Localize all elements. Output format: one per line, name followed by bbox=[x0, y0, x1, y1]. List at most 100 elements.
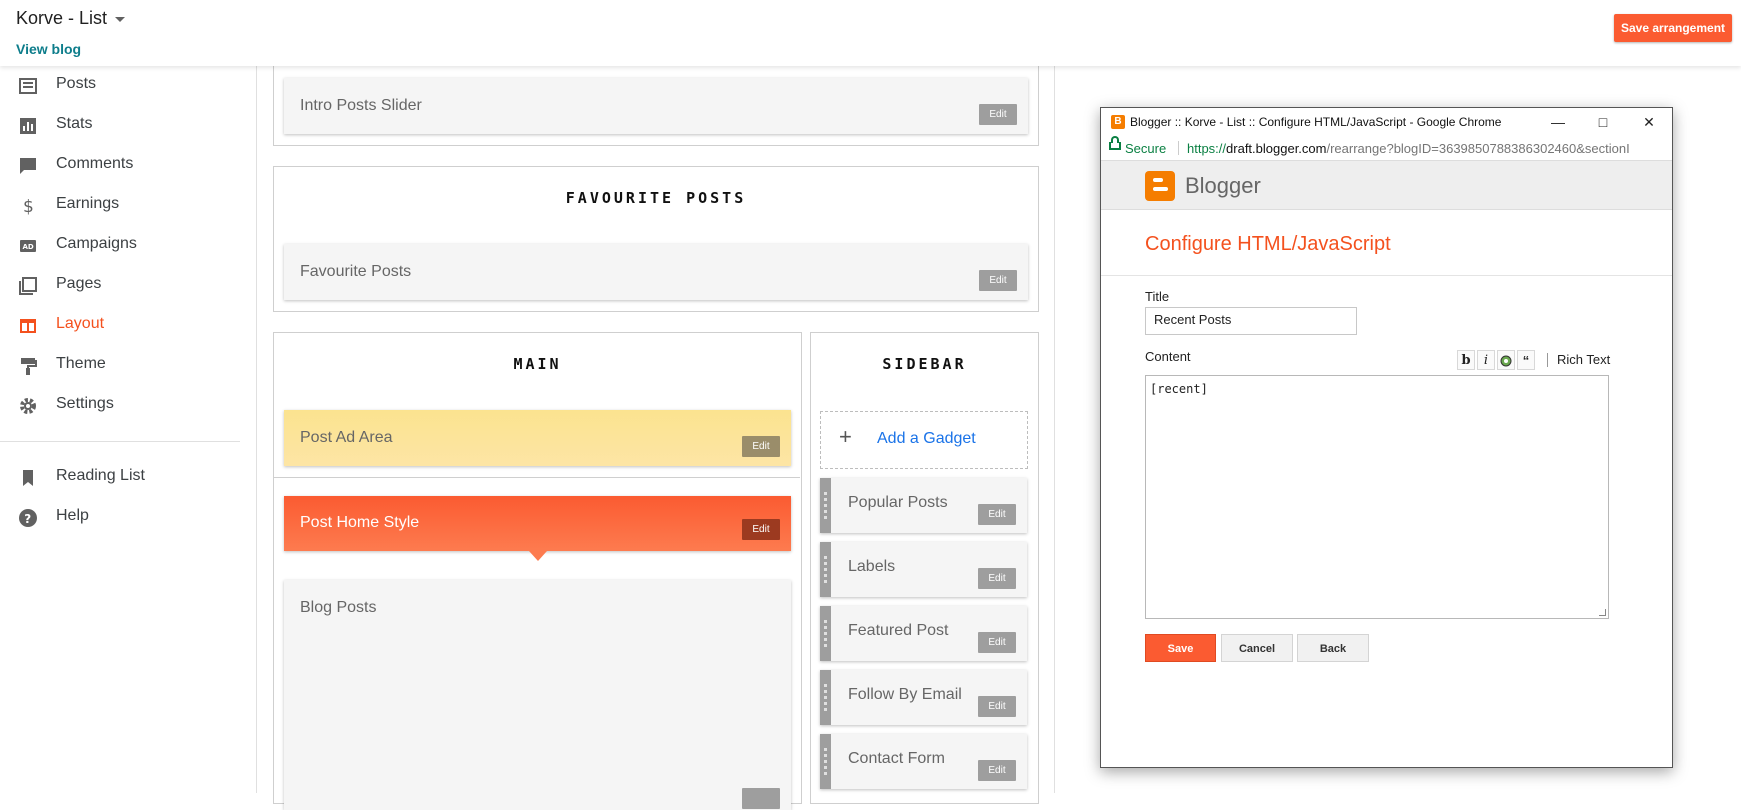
drag-handle[interactable] bbox=[820, 478, 831, 533]
link-button[interactable] bbox=[1497, 350, 1515, 370]
edit-button[interactable] bbox=[742, 788, 780, 809]
nav-label: Theme bbox=[56, 355, 106, 372]
configure-popup-window: B Blogger :: Korve - List :: Configure H… bbox=[1100, 107, 1673, 768]
nav-item-campaigns[interactable]: AD Campaigns bbox=[0, 226, 256, 266]
nav-item-posts[interactable]: Posts bbox=[0, 66, 256, 106]
gadget-label: Favourite Posts bbox=[300, 263, 412, 280]
bold-button[interactable]: b bbox=[1457, 350, 1475, 370]
divider bbox=[273, 477, 800, 478]
content-value: [recent] bbox=[1150, 382, 1208, 396]
view-blog-link[interactable]: View blog bbox=[16, 41, 81, 57]
gadget-blog-posts[interactable]: Blog Posts bbox=[284, 580, 791, 810]
nav-label: Earnings bbox=[56, 195, 120, 212]
drag-handle[interactable] bbox=[820, 606, 831, 661]
divider bbox=[1547, 353, 1548, 367]
gadget-label: Featured Post bbox=[848, 622, 949, 639]
edit-button[interactable]: Edit bbox=[978, 568, 1016, 589]
gadget-contact-form[interactable]: Contact Form Edit bbox=[820, 734, 1027, 789]
edit-button[interactable]: Edit bbox=[978, 696, 1016, 717]
nav-item-help[interactable]: ? Help bbox=[0, 498, 256, 538]
gadget-favourite-posts[interactable]: Favourite Posts Edit bbox=[284, 244, 1028, 300]
edit-button[interactable]: Edit bbox=[979, 270, 1017, 291]
edit-button[interactable]: Edit bbox=[978, 760, 1016, 781]
save-button[interactable]: Save bbox=[1145, 634, 1216, 662]
gear-icon bbox=[20, 398, 36, 414]
caret-down-icon bbox=[115, 16, 126, 22]
close-icon[interactable]: ✕ bbox=[1639, 112, 1659, 132]
blog-title: Korve - List bbox=[16, 8, 108, 28]
ad-icon: AD bbox=[20, 240, 36, 252]
stats-icon bbox=[20, 118, 36, 134]
content-label: Content bbox=[1145, 349, 1191, 364]
add-gadget-label: Add a Gadget bbox=[877, 430, 976, 447]
url-text[interactable]: https://draft.blogger.com/rearrange?blog… bbox=[1187, 141, 1630, 156]
nav-label: Pages bbox=[56, 275, 102, 292]
drag-handle[interactable] bbox=[820, 670, 831, 725]
quote-button[interactable]: “ bbox=[1517, 350, 1535, 370]
gadget-labels[interactable]: Labels Edit bbox=[820, 542, 1027, 597]
gadget-label: Intro Posts Slider bbox=[300, 97, 422, 114]
address-bar[interactable]: Secure https://draft.blogger.com/rearran… bbox=[1101, 136, 1672, 161]
add-gadget-button[interactable]: + Add a Gadget bbox=[820, 411, 1028, 469]
popup-content: Blogger Configure HTML/JavaScript Title … bbox=[1101, 161, 1672, 767]
edit-button[interactable]: Edit bbox=[978, 504, 1016, 525]
window-titlebar[interactable]: B Blogger :: Korve - List :: Configure H… bbox=[1101, 108, 1672, 136]
title-input[interactable]: Recent Posts bbox=[1145, 307, 1357, 335]
save-arrangement-button[interactable]: Save arrangement bbox=[1614, 14, 1732, 42]
nav-label: Layout bbox=[56, 315, 105, 332]
page-title: Configure HTML/JavaScript bbox=[1145, 233, 1391, 255]
svg-text:?: ? bbox=[24, 512, 31, 526]
content-textarea[interactable]: [recent] bbox=[1145, 375, 1609, 619]
cancel-button[interactable]: Cancel bbox=[1221, 634, 1293, 662]
blogger-logo-icon bbox=[1145, 171, 1175, 201]
gadget-label: Post Home Style bbox=[300, 514, 420, 531]
sidebar-nav: Posts Stats Comments $ Earnings AD Campa… bbox=[0, 66, 256, 793]
nav-item-stats[interactable]: Stats bbox=[0, 106, 256, 146]
nav-item-theme[interactable]: Theme bbox=[0, 346, 256, 386]
nav-label: Posts bbox=[56, 75, 97, 92]
nav-label: Reading List bbox=[56, 467, 145, 484]
edit-button[interactable]: Edit bbox=[979, 104, 1017, 125]
svg-text:AD: AD bbox=[23, 243, 34, 251]
gadget-intro-posts-slider[interactable]: Intro Posts Slider Edit bbox=[284, 78, 1028, 134]
nav-item-pages[interactable]: Pages bbox=[0, 266, 256, 306]
brand-name: Blogger bbox=[1185, 173, 1261, 198]
blogger-header: Blogger bbox=[1101, 161, 1672, 210]
blog-selector[interactable]: Korve - List bbox=[16, 8, 126, 29]
italic-button[interactable]: i bbox=[1477, 350, 1495, 370]
edit-button[interactable]: Edit bbox=[978, 632, 1016, 653]
gadget-label: Labels bbox=[848, 558, 896, 575]
active-pointer bbox=[529, 551, 547, 561]
gadget-label: Follow By Email bbox=[848, 686, 962, 703]
edit-button[interactable]: Edit bbox=[742, 436, 780, 457]
back-button[interactable]: Back bbox=[1297, 634, 1369, 662]
section-heading: FAVOURITE POSTS bbox=[565, 189, 747, 207]
drag-handle[interactable] bbox=[820, 542, 831, 597]
maximize-icon[interactable]: □ bbox=[1593, 112, 1613, 132]
rich-text-link[interactable]: Rich Text bbox=[1557, 352, 1610, 367]
gadget-featured-post[interactable]: Featured Post Edit bbox=[820, 606, 1027, 661]
nav-item-settings[interactable]: Settings bbox=[0, 386, 256, 426]
nav-label: Help bbox=[56, 507, 89, 524]
nav-item-earnings[interactable]: $ Earnings bbox=[0, 186, 256, 226]
url-path: /rearrange?blogID=3639850788386302460&se… bbox=[1326, 141, 1630, 156]
nav-item-layout[interactable]: Layout bbox=[0, 306, 256, 346]
nav-label: Campaigns bbox=[56, 235, 137, 252]
gadget-post-ad-area[interactable]: Post Ad Area Edit bbox=[284, 410, 791, 466]
resize-handle-icon[interactable] bbox=[1599, 609, 1606, 616]
drag-handle[interactable] bbox=[820, 734, 831, 789]
gadget-post-home-style[interactable]: Post Home Style Edit bbox=[284, 496, 791, 551]
nav-item-comments[interactable]: Comments bbox=[0, 146, 256, 186]
gadget-popular-posts[interactable]: Popular Posts Edit bbox=[820, 478, 1027, 533]
gadget-label: Blog Posts bbox=[300, 599, 377, 616]
nav-label: Stats bbox=[56, 115, 93, 132]
nav-item-reading-list[interactable]: Reading List bbox=[0, 458, 256, 498]
secure-label: Secure bbox=[1125, 141, 1167, 156]
pages-icon bbox=[19, 277, 37, 295]
gadget-follow-by-email[interactable]: Follow By Email Edit bbox=[820, 670, 1027, 725]
minimize-icon[interactable]: — bbox=[1548, 112, 1568, 132]
help-icon: ? bbox=[19, 509, 37, 527]
edit-button[interactable]: Edit bbox=[742, 519, 780, 540]
nav-divider bbox=[0, 441, 240, 442]
gadget-label: Post Ad Area bbox=[300, 429, 393, 446]
